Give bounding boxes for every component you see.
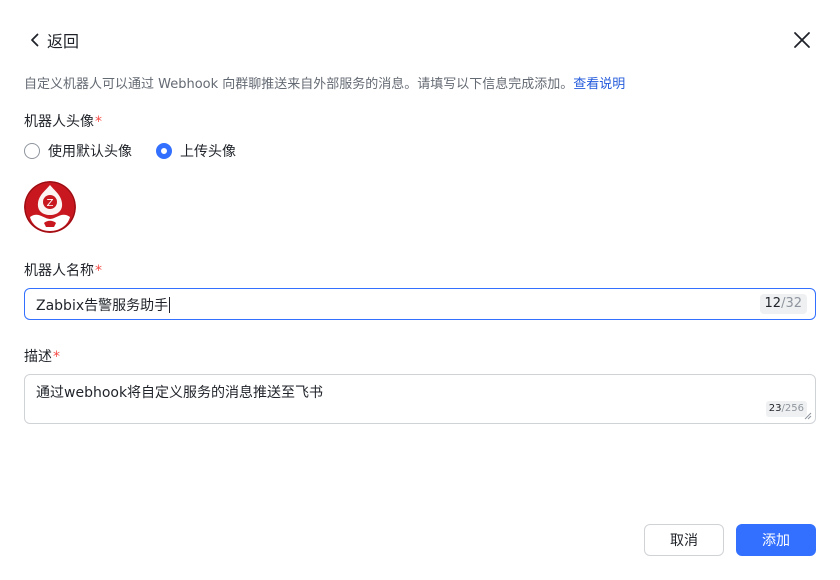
description-body: 自定义机器人可以通过 Webhook 向群聊推送来自外部服务的消息。请填写以下信… — [24, 77, 574, 92]
radio-label: 使用默认头像 — [48, 144, 132, 160]
description-value[interactable]: 通过webhook将自定义服务的消息推送至飞书 — [36, 382, 323, 402]
name-label-text: 机器人名称 — [24, 263, 94, 279]
char-count: 23 — [768, 403, 782, 414]
required-mark: * — [95, 263, 102, 279]
radio-circle-selected[interactable] — [156, 143, 172, 159]
back-label: 返回 — [47, 32, 80, 51]
bot-avatar[interactable]: Z — [24, 181, 76, 233]
char-count: 12 — [764, 296, 782, 311]
required-mark: * — [53, 349, 60, 365]
radio-upload-avatar[interactable]: 上传头像 — [156, 141, 236, 161]
radio-circle[interactable] — [24, 143, 40, 159]
avatar-label: 机器人头像* — [24, 111, 102, 131]
close-icon[interactable] — [790, 28, 814, 52]
text-caret — [169, 297, 171, 313]
bot-name-value[interactable]: Zabbix告警服务助手 — [36, 295, 171, 315]
description-text: 自定义机器人可以通过 Webhook 向群聊推送来自外部服务的消息。请填写以下信… — [24, 73, 625, 92]
char-max: /256 — [781, 403, 804, 414]
cancel-button[interactable]: 取消 — [644, 524, 724, 556]
resize-grip-icon[interactable] — [804, 412, 812, 420]
char-counter: 23/256 — [765, 401, 807, 417]
avatar-radio-group: 使用默认头像 上传头像 — [24, 141, 260, 161]
char-counter: 12/32 — [759, 294, 807, 314]
name-label: 机器人名称* — [24, 260, 102, 280]
view-instructions-link[interactable]: 查看说明 — [573, 77, 625, 92]
avatar-letter: Z — [47, 198, 54, 209]
back-button[interactable]: 返回 — [28, 28, 79, 52]
required-mark: * — [95, 114, 102, 130]
description-textarea[interactable]: 通过webhook将自定义服务的消息推送至飞书 23/256 — [24, 374, 816, 424]
avatar-label-text: 机器人头像 — [24, 114, 94, 130]
bot-name-text: Zabbix告警服务助手 — [36, 298, 169, 314]
desc-label-text: 描述 — [24, 349, 52, 365]
add-bot-dialog: 返回 自定义机器人可以通过 Webhook 向群聊推送来自外部服务的消息。请填写… — [0, 0, 840, 580]
radio-default-avatar[interactable]: 使用默认头像 — [24, 141, 132, 161]
char-max: /32 — [781, 296, 802, 311]
add-button[interactable]: 添加 — [736, 524, 816, 556]
chevron-left-icon — [31, 33, 39, 47]
desc-label: 描述* — [24, 346, 60, 366]
radio-label: 上传头像 — [180, 144, 236, 160]
bot-name-input[interactable]: Zabbix告警服务助手 12/32 — [24, 288, 816, 320]
